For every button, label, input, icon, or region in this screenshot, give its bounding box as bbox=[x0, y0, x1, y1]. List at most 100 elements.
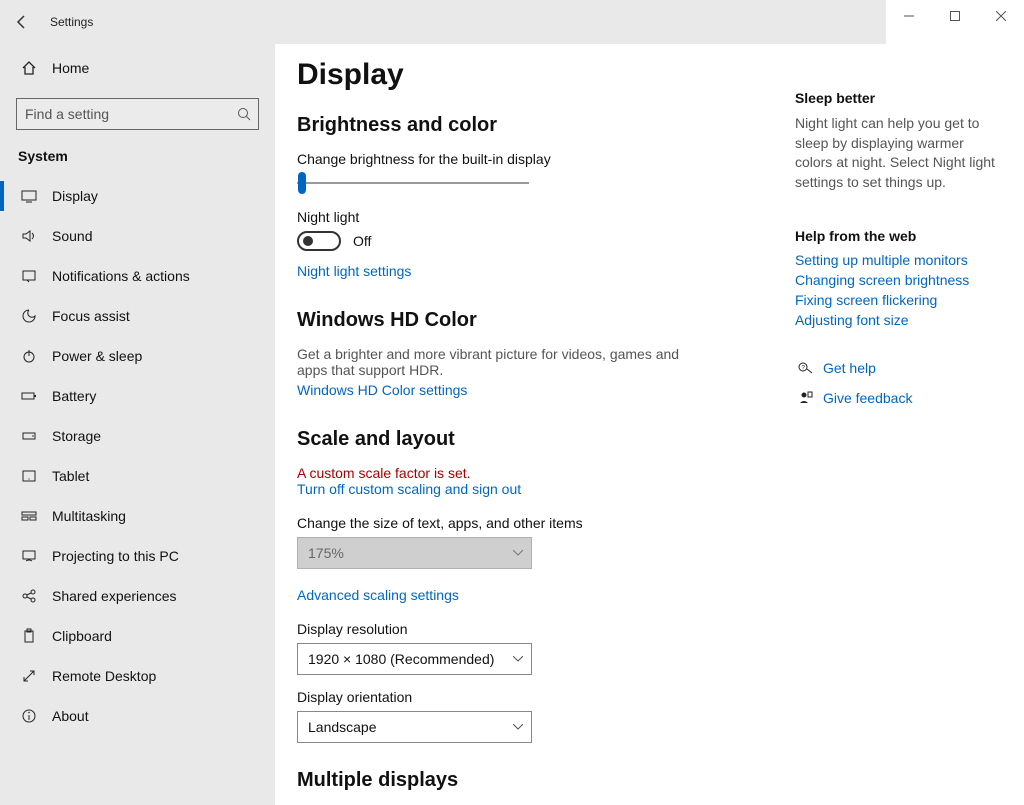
aside-sleep-text: Night light can help you get to sleep by… bbox=[795, 114, 1000, 192]
section-brightness: Brightness and color bbox=[297, 114, 795, 137]
minimize-icon bbox=[904, 11, 914, 21]
home-nav[interactable]: Home bbox=[0, 48, 275, 88]
orientation-label: Display orientation bbox=[297, 689, 795, 705]
hd-description: Get a brighter and more vibrant picture … bbox=[297, 346, 687, 378]
advanced-scaling-link[interactable]: Advanced scaling settings bbox=[297, 587, 459, 603]
sidebar-item-projecting[interactable]: Projecting to this PC bbox=[0, 536, 275, 576]
sidebar-item-display[interactable]: Display bbox=[0, 176, 275, 216]
remote-desktop-icon bbox=[18, 668, 40, 684]
maximize-icon bbox=[950, 11, 960, 21]
sidebar: Home System Display Sound Notifications & … bbox=[0, 0, 275, 805]
help-link-1[interactable]: Changing screen brightness bbox=[795, 272, 1000, 288]
sidebar-item-label: Battery bbox=[52, 388, 96, 404]
notifications-icon bbox=[18, 268, 40, 284]
sidebar-item-label: About bbox=[52, 708, 89, 724]
sidebar-item-label: Tablet bbox=[52, 468, 89, 484]
sound-icon bbox=[18, 228, 40, 244]
main-content: Display Brightness and color Change brig… bbox=[275, 0, 1024, 805]
display-icon bbox=[18, 188, 40, 204]
aside: Sleep better Night light can help you ge… bbox=[795, 52, 1000, 775]
slider-track bbox=[297, 182, 529, 184]
window-controls bbox=[886, 0, 1024, 44]
give-feedback-link[interactable]: Give feedback bbox=[823, 390, 913, 406]
sidebar-item-label: Shared experiences bbox=[52, 588, 177, 604]
about-icon bbox=[18, 708, 40, 724]
tablet-icon bbox=[18, 468, 40, 484]
sidebar-item-label: Projecting to this PC bbox=[52, 548, 179, 564]
sidebar-item-clipboard[interactable]: Clipboard bbox=[0, 616, 275, 656]
orientation-value: Landscape bbox=[308, 719, 377, 735]
sidebar-item-label: Clipboard bbox=[52, 628, 112, 644]
sidebar-item-label: Storage bbox=[52, 428, 101, 444]
sidebar-item-about[interactable]: About bbox=[0, 696, 275, 736]
resolution-value: 1920 × 1080 (Recommended) bbox=[308, 651, 494, 667]
sidebar-item-storage[interactable]: Storage bbox=[0, 416, 275, 456]
battery-icon bbox=[18, 388, 40, 404]
sidebar-item-label: Multitasking bbox=[52, 508, 126, 524]
sidebar-item-label: Notifications & actions bbox=[52, 268, 190, 284]
aside-help-heading: Help from the web bbox=[795, 228, 1000, 244]
resolution-label: Display resolution bbox=[297, 621, 795, 637]
search-input[interactable] bbox=[16, 98, 259, 130]
help-link-0[interactable]: Setting up multiple monitors bbox=[795, 252, 1000, 268]
minimize-button[interactable] bbox=[886, 0, 932, 32]
sidebar-item-label: Remote Desktop bbox=[52, 668, 156, 684]
power-sleep-icon bbox=[18, 348, 40, 364]
night-light-toggle[interactable] bbox=[297, 231, 341, 251]
help-icon: ? bbox=[795, 360, 817, 376]
night-light-label: Night light bbox=[297, 209, 795, 225]
titlebar: Settings bbox=[0, 0, 1024, 44]
sidebar-item-tablet[interactable]: Tablet bbox=[0, 456, 275, 496]
sidebar-item-label: Display bbox=[52, 188, 98, 204]
sidebar-item-label: Focus assist bbox=[52, 308, 130, 324]
sidebar-item-power-sleep[interactable]: Power & sleep bbox=[0, 336, 275, 376]
text-size-select: 175% bbox=[297, 537, 532, 569]
chevron-down-icon bbox=[513, 550, 523, 556]
window-title: Settings bbox=[50, 15, 93, 29]
page-title: Display bbox=[297, 58, 795, 92]
section-multiple: Multiple displays bbox=[297, 769, 795, 792]
brightness-slider[interactable] bbox=[297, 173, 529, 193]
orientation-select[interactable]: Landscape bbox=[297, 711, 532, 743]
sidebar-item-sound[interactable]: Sound bbox=[0, 216, 275, 256]
sidebar-item-label: Sound bbox=[52, 228, 92, 244]
maximize-button[interactable] bbox=[932, 0, 978, 32]
projecting-icon bbox=[18, 548, 40, 564]
focus-assist-icon bbox=[18, 308, 40, 324]
custom-scale-warning: A custom scale factor is set. bbox=[297, 465, 795, 481]
help-link-3[interactable]: Adjusting font size bbox=[795, 312, 1000, 328]
aside-sleep-heading: Sleep better bbox=[795, 90, 1000, 106]
storage-icon bbox=[18, 428, 40, 444]
brightness-label: Change brightness for the built-in displ… bbox=[297, 151, 795, 167]
sidebar-category: System bbox=[0, 142, 275, 176]
chevron-down-icon bbox=[513, 724, 523, 730]
night-light-state: Off bbox=[353, 233, 371, 249]
hd-color-settings-link[interactable]: Windows HD Color settings bbox=[297, 382, 467, 398]
sidebar-item-shared-experiences[interactable]: Shared experiences bbox=[0, 576, 275, 616]
back-button[interactable] bbox=[0, 14, 44, 30]
close-button[interactable] bbox=[978, 0, 1024, 32]
sidebar-item-battery[interactable]: Battery bbox=[0, 376, 275, 416]
text-size-label: Change the size of text, apps, and other… bbox=[297, 515, 795, 531]
get-help-link[interactable]: Get help bbox=[823, 360, 876, 376]
resolution-select[interactable]: 1920 × 1080 (Recommended) bbox=[297, 643, 532, 675]
night-light-settings-link[interactable]: Night light settings bbox=[297, 263, 411, 279]
sidebar-item-notifications[interactable]: Notifications & actions bbox=[0, 256, 275, 296]
sidebar-item-remote-desktop[interactable]: Remote Desktop bbox=[0, 656, 275, 696]
section-scale: Scale and layout bbox=[297, 428, 795, 451]
turn-off-scaling-link[interactable]: Turn off custom scaling and sign out bbox=[297, 481, 521, 497]
sidebar-item-label: Power & sleep bbox=[52, 348, 142, 364]
help-link-2[interactable]: Fixing screen flickering bbox=[795, 292, 1000, 308]
multitasking-icon bbox=[18, 508, 40, 524]
slider-thumb[interactable] bbox=[298, 172, 306, 194]
shared-experiences-icon bbox=[18, 588, 40, 604]
sidebar-item-multitasking[interactable]: Multitasking bbox=[0, 496, 275, 536]
feedback-icon bbox=[795, 390, 817, 406]
home-icon bbox=[18, 60, 40, 76]
arrow-left-icon bbox=[14, 14, 30, 30]
sidebar-item-focus-assist[interactable]: Focus assist bbox=[0, 296, 275, 336]
section-hd-color: Windows HD Color bbox=[297, 309, 795, 332]
chevron-down-icon bbox=[513, 656, 523, 662]
clipboard-icon bbox=[18, 628, 40, 644]
home-label: Home bbox=[52, 60, 89, 76]
